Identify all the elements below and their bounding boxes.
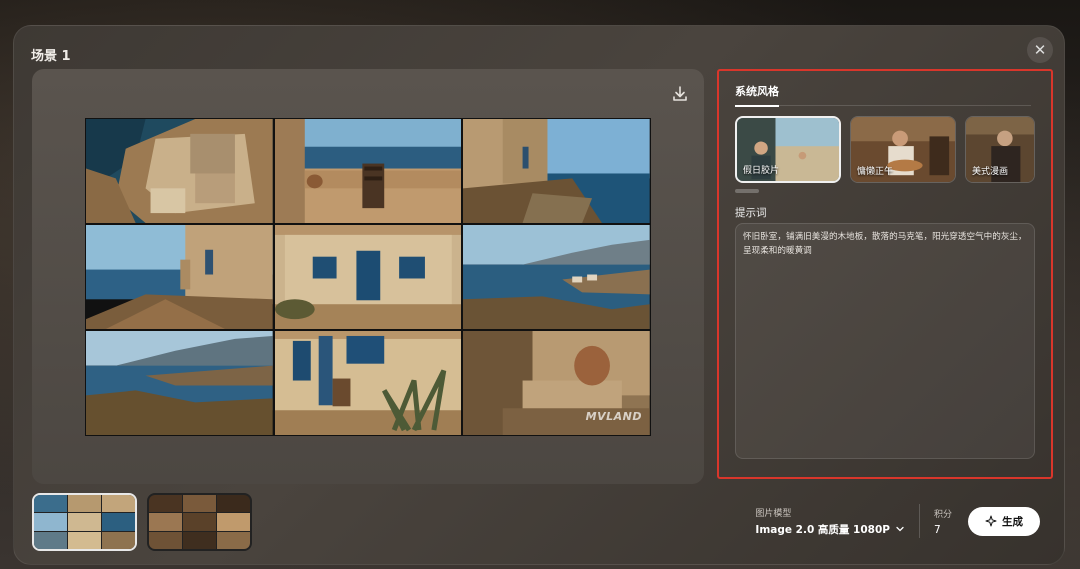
grid-image-bay-landscape[interactable]: [86, 331, 273, 435]
grid-image-aerial-coastal-house[interactable]: [86, 119, 273, 223]
thumbnail-2[interactable]: [147, 493, 252, 551]
credits-label: 积分: [933, 509, 952, 520]
model-value-text: Image 2.0 高质量 1080P: [755, 523, 890, 536]
style-scroll-indicator[interactable]: [735, 189, 759, 193]
model-selector[interactable]: 图片模型 Image 2.0 高质量 1080P: [755, 506, 905, 537]
grid-image-terrace-chair-sea[interactable]: [274, 119, 462, 223]
thumbnail-strip: [32, 493, 252, 551]
storyboard-grid: MVLAND: [85, 118, 651, 436]
watermark-logo: MVLAND: [585, 410, 642, 423]
style-card-holiday-film[interactable]: 假日胶片: [735, 116, 841, 183]
tab-underline: [735, 105, 1031, 106]
style-settings-panel: 系统风格 假日胶片 慵懒正午 美式漫画 提示词 怀旧卧室，铺满旧美漫的木地板，散…: [717, 69, 1053, 479]
scene-modal: 场景 1 ✕ MVLAND 系统风格 假日胶片 慵懒正午 美式漫画 提示词 怀旧…: [13, 25, 1065, 565]
grid-image-terrace-pot-bench[interactable]: MVLAND: [463, 331, 650, 435]
preview-panel: MVLAND: [32, 69, 704, 484]
prompt-title: 提示词: [735, 207, 767, 219]
divider: [918, 504, 920, 538]
grid-image-stone-house-cliff[interactable]: [463, 119, 650, 223]
generate-label: 生成: [1002, 515, 1023, 528]
style-card-american-comic[interactable]: 美式漫画: [965, 116, 1035, 183]
style-label: 慵懒正午: [857, 167, 894, 177]
credits-display: 积分 7: [934, 507, 952, 536]
style-presets: 假日胶片 慵懒正午 美式漫画: [735, 116, 1035, 183]
grid-image-coastline-village[interactable]: [463, 225, 650, 329]
generate-button[interactable]: 生成: [968, 506, 1040, 536]
generation-bar: 图片模型 Image 2.0 高质量 1080P 积分 7 生成: [755, 504, 1040, 538]
credits-value: 7: [933, 523, 941, 536]
chevron-down-icon: [896, 526, 904, 532]
close-icon: ✕: [1033, 40, 1047, 59]
tab-system-style[interactable]: 系统风格: [735, 83, 779, 107]
model-label: 图片模型: [755, 508, 792, 519]
prompt-textarea[interactable]: 怀旧卧室，铺满旧美漫的木地板，散落的马克笔，阳光穿透空气中的灰尘，呈现柔和的暖黄…: [735, 223, 1035, 459]
download-icon[interactable]: [670, 84, 690, 104]
grid-image-stone-house-blue-door[interactable]: [274, 225, 462, 329]
modal-title: 场景 1: [31, 49, 71, 64]
thumbnail-1[interactable]: [32, 493, 137, 551]
style-label: 美式漫画: [972, 167, 1009, 177]
close-button[interactable]: ✕: [1027, 37, 1053, 63]
grid-image-house-window-sea[interactable]: [86, 225, 273, 329]
style-card-lazy-noon[interactable]: 慵懒正午: [850, 116, 956, 183]
grid-image-house-blue-shutters-agave[interactable]: [274, 331, 462, 435]
model-value[interactable]: Image 2.0 高质量 1080P: [755, 522, 905, 537]
style-label: 假日胶片: [743, 166, 780, 176]
sparkle-icon: [985, 515, 997, 527]
